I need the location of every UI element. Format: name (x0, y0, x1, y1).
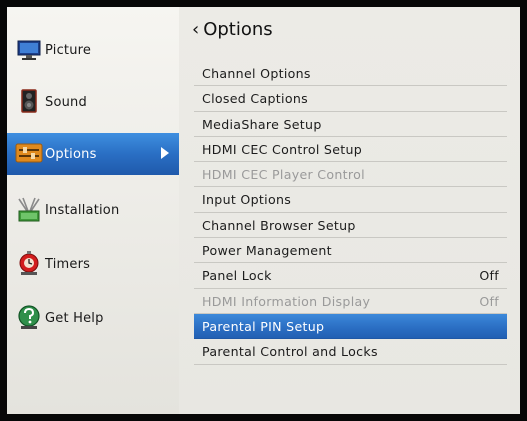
menu-item-label: Channel Browser Setup (202, 217, 356, 233)
alarm-clock-icon (19, 251, 39, 275)
menu-item-closed-captions[interactable]: Closed Captions (194, 86, 507, 112)
menu-item-label: Panel Lock (202, 268, 272, 284)
sidebar-item-picture[interactable]: Picture (7, 29, 179, 71)
tv-screen: Picture Sound Options Installation Timer… (7, 7, 520, 414)
monitor-icon (17, 40, 41, 60)
menu-item-label: Parental Control and Locks (202, 344, 378, 360)
menu-item-label: HDMI Information Display (202, 293, 371, 309)
menu-item-label: Power Management (202, 243, 332, 259)
menu-item-value: Off (479, 268, 499, 284)
sidebar-item-sound[interactable]: Sound (7, 81, 179, 123)
sidebar-item-label: Installation (45, 202, 120, 218)
sidebar-item-options[interactable]: Options (7, 133, 179, 175)
sliders-icon (15, 143, 43, 163)
sidebar-item-installation[interactable]: Installation (7, 189, 179, 231)
sidebar-item-label: Picture (45, 42, 92, 58)
options-menu: Channel Options Closed Captions MediaSha… (194, 61, 507, 365)
help-icon (18, 305, 40, 329)
tv-bezel: Picture Sound Options Installation Timer… (0, 0, 527, 421)
menu-item-hdmi-cec-player-control: HDMI CEC Player Control (194, 162, 507, 188)
menu-item-hdmi-cec-control-setup[interactable]: HDMI CEC Control Setup (194, 137, 507, 163)
menu-item-power-management[interactable]: Power Management (194, 238, 507, 264)
menu-item-panel-lock[interactable]: Panel Lock Off (194, 263, 507, 289)
sidebar-item-label: Get Help (45, 310, 104, 326)
menu-item-label: Parental PIN Setup (202, 318, 325, 334)
sidebar-item-timers[interactable]: Timers (7, 243, 179, 285)
menu-item-mediashare-setup[interactable]: MediaShare Setup (194, 112, 507, 137)
options-panel: ‹ Options Channel Options Closed Captions… (179, 7, 520, 414)
menu-item-label: HDMI CEC Control Setup (202, 141, 363, 157)
menu-item-label: Closed Captions (202, 91, 308, 107)
menu-item-label: MediaShare Setup (202, 116, 322, 132)
sidebar-item-label: Options (45, 146, 97, 162)
menu-item-label: Channel Options (202, 66, 311, 81)
menu-item-channel-options[interactable]: Channel Options (194, 61, 507, 87)
menu-item-value: Off (479, 293, 499, 309)
sidebar: Picture Sound Options Installation Timer… (7, 7, 179, 414)
sidebar-item-label: Timers (45, 256, 91, 272)
menu-item-channel-browser-setup[interactable]: Channel Browser Setup (194, 213, 507, 239)
menu-item-parental-pin-setup[interactable]: Parental PIN Setup (194, 313, 507, 340)
sidebar-item-label: Sound (45, 94, 87, 110)
menu-item-input-options[interactable]: Input Options (194, 187, 507, 213)
speaker-icon (21, 89, 37, 113)
sidebar-item-get-help[interactable]: Get Help (7, 297, 179, 339)
antenna-icon (18, 197, 40, 222)
menu-item-label: Input Options (202, 192, 292, 208)
back-button[interactable]: ‹ Options (192, 19, 273, 40)
menu-item-parental-control-and-locks[interactable]: Parental Control and Locks (194, 339, 507, 365)
menu-item-hdmi-information-display: HDMI Information Display Off (194, 289, 507, 314)
chevron-right-icon (161, 147, 169, 159)
page-title: Options (203, 19, 273, 40)
chevron-left-icon: ‹ (192, 19, 200, 40)
menu-item-label: HDMI CEC Player Control (202, 167, 365, 183)
